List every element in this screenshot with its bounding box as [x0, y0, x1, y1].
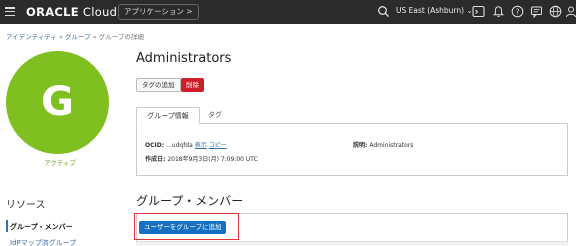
user-profile-icon[interactable] — [565, 5, 576, 18]
breadcrumb-separator: » — [56, 33, 66, 41]
created-value: 2018年9月3日(月) 7:09:00 UTC — [167, 156, 258, 163]
logo-brand: ORACLE — [26, 5, 79, 19]
breadcrumb-separator: » — [90, 33, 99, 41]
description-row: 説明: Administrators — [353, 140, 413, 149]
created-row: 作成日: 2018年9月3日(月) 7:09:00 UTC — [145, 154, 258, 163]
resource-idp-mapped-groups[interactable]: IdPマップ済グループ — [10, 238, 76, 246]
group-avatar: G — [6, 51, 109, 154]
feedback-chat-icon[interactable] — [530, 5, 543, 18]
tab-bar: グループ情報 タグ — [136, 107, 568, 124]
breadcrumb-groups[interactable]: グループ — [65, 33, 91, 41]
status-badge: アクティブ — [44, 159, 76, 167]
ocid-label: OCID: — [145, 142, 165, 149]
resources-title: リソース — [6, 200, 46, 211]
add-tags-button[interactable]: タグの追加 — [136, 78, 181, 92]
hamburger-menu-icon[interactable] — [5, 7, 15, 17]
group-info-panel: OCID: ...udqfda 表示 コピー 作成日: 2018年9月3日(月)… — [136, 124, 568, 176]
cloud-shell-icon[interactable] — [472, 5, 485, 18]
show-ocid-link[interactable]: 表示 — [195, 142, 207, 149]
oracle-cloud-logo[interactable]: ORACLE Cloud — [26, 5, 117, 19]
description-label: 説明: — [353, 142, 368, 149]
highlight-annotation-box — [134, 213, 239, 240]
group-members-title: グループ・メンバー — [136, 194, 244, 208]
description-value: Administrators — [369, 142, 414, 149]
ocid-row: OCID: ...udqfda 表示 コピー — [145, 140, 227, 149]
ocid-value: ...udqfda — [166, 142, 193, 149]
notifications-bell-icon[interactable] — [492, 5, 505, 18]
svg-text:?: ? — [516, 7, 520, 16]
top-navigation-bar: ORACLE Cloud アプリケーション > US East (Ashburn… — [0, 0, 576, 24]
breadcrumb-current: グループの詳細 — [98, 33, 144, 41]
applications-button[interactable]: アプリケーション > — [118, 4, 199, 20]
breadcrumb: アイデンティティ » グループ » グループの詳細 — [6, 31, 144, 41]
language-globe-icon[interactable] — [549, 5, 562, 18]
breadcrumb-identity[interactable]: アイデンティティ — [6, 33, 57, 41]
avatar-letter: G — [41, 79, 74, 125]
tab-group-info[interactable]: グループ情報 — [136, 107, 200, 124]
copy-ocid-link[interactable]: コピー — [209, 142, 227, 149]
members-table-header — [136, 241, 568, 246]
help-icon[interactable]: ? — [511, 5, 524, 18]
created-label: 作成日: — [145, 156, 166, 163]
delete-button[interactable]: 削除 — [181, 78, 204, 92]
search-icon[interactable] — [377, 5, 390, 18]
page-title: Administrators — [136, 51, 232, 66]
region-selector[interactable]: US East (Ashburn) ⌄ — [396, 6, 473, 15]
resource-group-members[interactable]: グループ・メンバー — [10, 222, 73, 232]
active-indicator — [6, 220, 8, 232]
tab-tags[interactable]: タグ — [208, 107, 222, 124]
logo-product: Cloud — [78, 5, 118, 19]
